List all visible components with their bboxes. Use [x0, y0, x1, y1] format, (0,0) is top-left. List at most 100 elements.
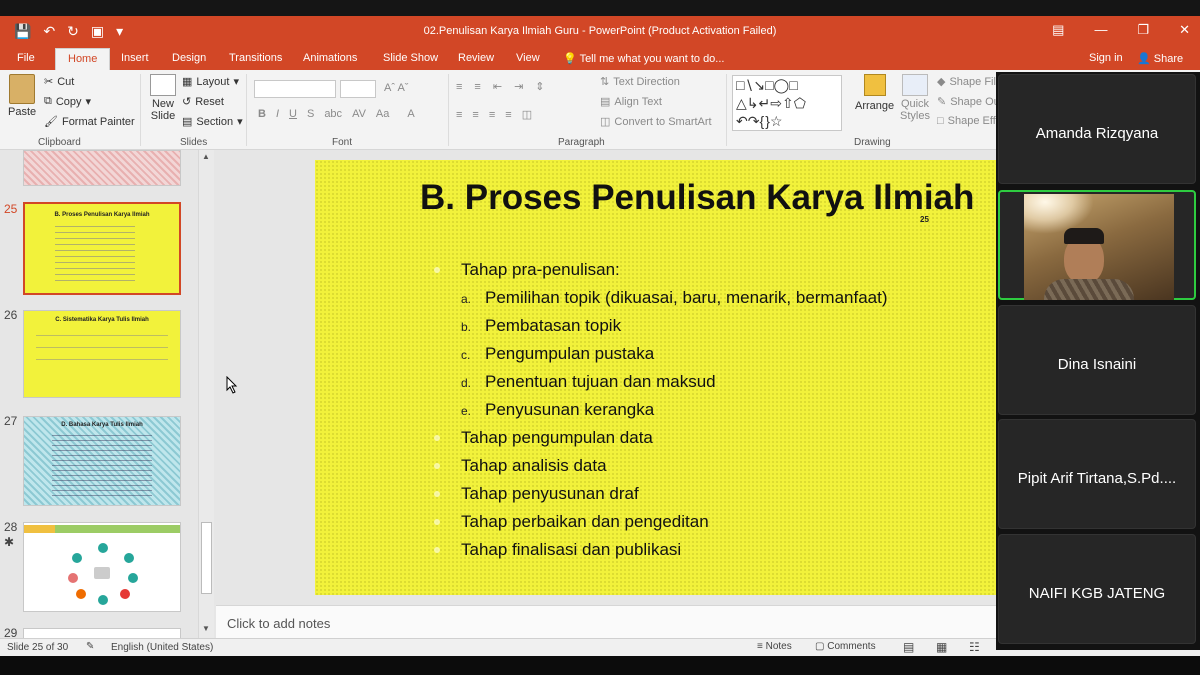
- format-painter-button[interactable]: 🖌 Format Painter: [44, 115, 135, 129]
- numbering-icon[interactable]: ≡: [474, 81, 480, 93]
- tab-design[interactable]: Design: [172, 52, 206, 64]
- tab-file[interactable]: File: [17, 52, 35, 64]
- decrease-indent-icon[interactable]: ⇤: [493, 80, 502, 93]
- columns-icon[interactable]: ◫: [522, 108, 532, 121]
- line-spacing-icon[interactable]: ⇕: [535, 80, 544, 93]
- participant-name: Amanda Rizqyana: [1035, 125, 1159, 142]
- spell-check-icon[interactable]: ✎: [86, 641, 94, 652]
- list-marker: c.: [461, 348, 471, 362]
- format-painter-label: Format Painter: [61, 115, 135, 128]
- bullets-icon[interactable]: ≡: [456, 81, 462, 93]
- cut-label: Cut: [57, 75, 75, 88]
- slide-bullet-item: Tahap pra-penulisan:: [461, 260, 620, 279]
- sign-in-link[interactable]: Sign in: [1089, 52, 1123, 64]
- paste-button[interactable]: Paste: [8, 74, 36, 118]
- increase-indent-icon[interactable]: ⇥: [514, 80, 523, 93]
- group-divider: [246, 74, 247, 146]
- tab-review[interactable]: Review: [458, 52, 494, 64]
- tell-me-search[interactable]: 💡 Tell me what you want to do...: [563, 52, 724, 65]
- arrange-button[interactable]: Arrange: [855, 74, 894, 112]
- ribbon-display-icon[interactable]: ▤: [1052, 22, 1064, 38]
- font-size-grow-icon[interactable]: Aˆ Aˇ: [384, 82, 408, 94]
- scroll-up-icon[interactable]: ▲: [202, 152, 210, 161]
- minimize-icon[interactable]: —: [1094, 22, 1107, 38]
- new-slide-button[interactable]: New Slide: [146, 74, 180, 122]
- tab-insert[interactable]: Insert: [121, 52, 149, 64]
- thumbnail-number: 28: [4, 520, 18, 534]
- convert-smartart-button[interactable]: ◫ Convert to SmartArt: [600, 115, 712, 129]
- slide-thumbnail-pane: 25 B. Proses Penulisan Karya Ilmiah 26 C…: [0, 150, 216, 638]
- participant-name: NAIFI KGB JATENG: [1028, 585, 1166, 602]
- reset-button[interactable]: ↺ Reset: [182, 95, 224, 109]
- share-button[interactable]: 👤 Share: [1137, 52, 1183, 65]
- tab-view[interactable]: View: [516, 52, 540, 64]
- tab-slide-show[interactable]: Slide Show: [383, 52, 438, 64]
- list-marker: d.: [461, 376, 472, 390]
- participant-tile[interactable]: NAIFI KGB JATENG: [998, 534, 1196, 644]
- notes-pane[interactable]: Click to add notes: [216, 605, 1000, 638]
- participant-tile[interactable]: Dina Isnaini: [998, 305, 1196, 415]
- participant-tile-active-speaker[interactable]: [998, 190, 1196, 300]
- font-size-input[interactable]: [340, 80, 376, 98]
- language-indicator[interactable]: English (United States): [111, 642, 213, 653]
- diagram-node: [72, 553, 82, 563]
- strikethrough-icon[interactable]: abc: [324, 108, 342, 120]
- shapes-gallery[interactable]: □∖↘□◯□ △↳↵⇨⇧⬠ ↶↷{ }☆: [732, 75, 842, 131]
- italic-icon[interactable]: I: [276, 108, 279, 120]
- section-button[interactable]: ▤ Section ▾: [182, 115, 243, 129]
- shape-fill-button[interactable]: ◆ Shape Fill: [937, 75, 998, 89]
- thumbnail-text-lines: [36, 335, 168, 369]
- normal-view-icon[interactable]: ▤: [903, 640, 914, 654]
- arrange-icon: [863, 74, 886, 96]
- slide-thumbnail-28[interactable]: [23, 522, 181, 612]
- tab-animations[interactable]: Animations: [303, 52, 357, 64]
- slide-thumbnail-25[interactable]: B. Proses Penulisan Karya Ilmiah: [23, 202, 181, 295]
- underline-icon[interactable]: U: [289, 108, 297, 120]
- slide-sorter-icon[interactable]: ▦: [936, 640, 947, 654]
- align-text-button[interactable]: ▤ Align Text: [600, 95, 662, 109]
- tab-home[interactable]: Home: [55, 48, 111, 70]
- participant-tile[interactable]: Pipit Arif Tirtana,S.Pd....: [998, 419, 1196, 529]
- mouse-cursor-icon: [226, 376, 238, 394]
- comments-toggle-button[interactable]: ▢ Comments: [815, 641, 876, 652]
- thumbnail-diagram-center: [94, 567, 110, 579]
- current-slide[interactable]: B. Proses Penulisan Karya Ilmiah 25 Taha…: [315, 160, 1015, 595]
- char-spacing-icon[interactable]: AV: [352, 108, 366, 120]
- quick-styles-button[interactable]: Quick Styles: [898, 74, 932, 122]
- bullet-icon: [434, 267, 440, 273]
- font-name-input[interactable]: [254, 80, 336, 98]
- smartart-icon: ◫: [600, 116, 611, 128]
- layout-button[interactable]: ▦ Layout ▾: [182, 75, 239, 89]
- slide-thumbnail-27[interactable]: D. Bahasa Karya Tulis Ilmiah: [23, 416, 181, 506]
- scroll-thumb[interactable]: [201, 522, 212, 594]
- justify-icon[interactable]: ≡: [505, 109, 511, 121]
- slide-title[interactable]: B. Proses Penulisan Karya Ilmiah: [420, 178, 974, 218]
- bold-icon[interactable]: B: [258, 108, 266, 120]
- comments-label: Comments: [827, 641, 876, 652]
- reading-view-icon[interactable]: ☷: [969, 640, 980, 654]
- diagram-node: [98, 543, 108, 553]
- thumbnail-scrollbar[interactable]: ▲ ▼: [198, 150, 214, 638]
- tab-transitions[interactable]: Transitions: [229, 52, 282, 64]
- restore-icon[interactable]: ❐: [1137, 22, 1149, 38]
- participants-panel: Amanda Rizqyana Dina Isnaini Pipit Arif …: [996, 72, 1200, 650]
- change-case-icon[interactable]: Aa: [376, 108, 389, 120]
- copy-button[interactable]: ⧉ Copy ▾: [44, 95, 91, 108]
- cut-button[interactable]: ✂ Cut: [44, 75, 75, 89]
- participant-tile[interactable]: Amanda Rizqyana: [998, 74, 1196, 184]
- notes-toggle-button[interactable]: ≡ Notes: [757, 641, 792, 652]
- shadow-icon[interactable]: S: [307, 108, 314, 120]
- slide-thumbnail-24[interactable]: [23, 150, 181, 186]
- slide-bullet-item: Tahap finalisasi dan publikasi: [461, 540, 682, 559]
- font-color-icon[interactable]: A: [407, 108, 414, 120]
- slide-thumbnail-26[interactable]: C. Sistematika Karya Tulis Ilmiah: [23, 310, 181, 398]
- scroll-down-icon[interactable]: ▼: [202, 624, 210, 633]
- close-icon[interactable]: ✕: [1179, 22, 1190, 38]
- thumbnail-header-bar: [24, 525, 180, 533]
- slide-thumbnail-29[interactable]: [23, 628, 181, 638]
- section-label: Section: [196, 115, 234, 128]
- text-direction-button[interactable]: ⇅ Text Direction: [600, 75, 680, 89]
- align-center-icon[interactable]: ≡: [472, 109, 478, 121]
- align-right-icon[interactable]: ≡: [489, 109, 495, 121]
- align-left-icon[interactable]: ≡: [456, 109, 462, 121]
